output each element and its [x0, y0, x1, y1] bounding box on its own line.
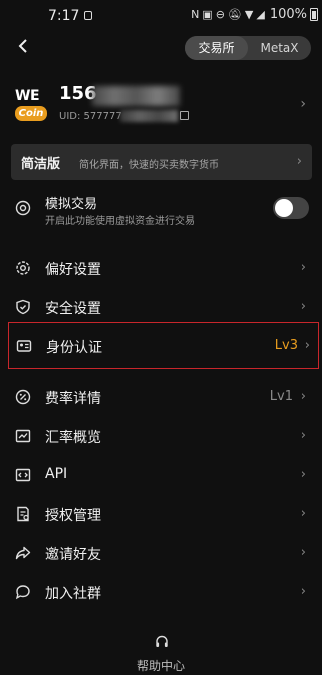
status-bar: 7:17 N ▣ ⊖ 🔕︎ ▼ ◢ 100%	[0, 0, 322, 32]
identity-level: Lv3	[274, 338, 298, 353]
redacted-uid	[120, 110, 178, 122]
status-icons: N ▣ ⊖ 🔕︎ ▼ ◢ 100%	[191, 7, 318, 22]
avatar-coin-text: Coin	[15, 106, 47, 121]
menu-item-label: 授权管理	[45, 508, 101, 524]
wifi-icon: ▼	[244, 8, 254, 21]
percent-icon	[15, 389, 31, 405]
chevron-right-icon: ›	[300, 545, 306, 560]
chevron-right-icon: ›	[300, 389, 306, 404]
chevron-left-icon	[18, 39, 27, 53]
menu-item-fees[interactable]: 费率详情 Lv1 ›	[0, 378, 322, 416]
menu-item-label: 加入社群	[45, 586, 101, 602]
back-button[interactable]	[14, 36, 36, 58]
menu-item-label: 费率详情	[45, 391, 101, 407]
simulate-icon	[15, 200, 31, 216]
menu-item-label: API	[45, 466, 68, 482]
redacted-username	[92, 86, 180, 106]
menu-item-identity[interactable]: 身份认证 Lv3 ›	[8, 322, 319, 369]
mode-switch: 交易所 MetaX	[185, 36, 311, 60]
shield-icon	[16, 299, 30, 315]
chat-icon	[15, 585, 30, 600]
user-id: UID: 577777	[59, 111, 122, 122]
tab-exchange[interactable]: 交易所	[185, 36, 248, 60]
simple-mode-banner[interactable]: 简洁版 简化界面，快速的买卖数字货币 ›	[11, 144, 312, 180]
chevron-right-icon: ›	[300, 584, 306, 599]
menu-item-invite[interactable]: 邀请好友 ›	[0, 534, 322, 572]
menu-item-label: 汇率概览	[45, 430, 101, 446]
menu-item-security[interactable]: 安全设置 ›	[0, 288, 322, 326]
code-icon	[15, 468, 31, 482]
menu-item-label: 邀请好友	[45, 547, 101, 563]
notification-icon	[84, 11, 92, 20]
chevron-right-icon: ›	[304, 338, 310, 353]
mute-icon: 🔕︎	[227, 8, 242, 21]
battery-percent: 100%	[269, 7, 307, 22]
avatar-logo-text: WE	[15, 88, 40, 104]
status-time: 7:17	[48, 8, 80, 24]
toggle-knob	[275, 199, 293, 217]
copy-icon[interactable]	[180, 111, 189, 120]
banner-title: 简洁版	[21, 157, 61, 172]
chevron-right-icon: ›	[300, 506, 306, 521]
menu-item-exchange-rate[interactable]: 汇率概览 ›	[0, 417, 322, 455]
menu-item-label: 身份认证	[46, 340, 102, 356]
battery-icon	[310, 8, 318, 21]
sim-icon: ▣	[202, 8, 213, 21]
signal-icon: ◢	[256, 8, 265, 21]
settings-icon	[16, 261, 30, 275]
simulated-trading-toggle[interactable]	[273, 197, 309, 219]
chevron-right-icon: ›	[300, 299, 306, 314]
help-center-link[interactable]: 帮助中心	[0, 657, 322, 674]
menu-item-authorization[interactable]: 授权管理 ›	[0, 495, 322, 533]
username: 156	[59, 83, 97, 104]
menu-item-label: 偏好设置	[45, 262, 101, 278]
menu-item-preferences[interactable]: 偏好设置 ›	[0, 249, 322, 287]
chevron-right-icon: ›	[296, 154, 302, 169]
chevron-right-icon: ›	[300, 428, 306, 443]
menu-item-label: 安全设置	[45, 301, 101, 317]
nfc-icon: N	[191, 8, 200, 21]
chevron-right-icon: ›	[300, 467, 306, 482]
id-card-icon	[16, 340, 32, 352]
menu-item-api[interactable]: API ›	[0, 456, 322, 494]
fee-level: Lv1	[269, 389, 293, 404]
chart-icon	[15, 429, 31, 443]
chevron-right-icon: ›	[300, 260, 306, 275]
tab-metax[interactable]: MetaX	[248, 36, 311, 60]
banner-subtitle: 简化界面，快速的买卖数字货币	[79, 160, 219, 171]
profile-chevron-icon[interactable]: ›	[300, 96, 306, 112]
authorize-icon	[17, 506, 29, 522]
avatar[interactable]: WE Coin	[15, 88, 47, 122]
share-icon	[15, 546, 31, 560]
menu-item-community[interactable]: 加入社群 ›	[0, 573, 322, 611]
simulated-trading-title: 模拟交易	[45, 197, 98, 212]
dnd-icon: ⊖	[215, 8, 225, 21]
simulated-trading-subtitle: 开启此功能使用虚拟资金进行交易	[45, 216, 195, 227]
headset-icon[interactable]	[154, 634, 170, 650]
